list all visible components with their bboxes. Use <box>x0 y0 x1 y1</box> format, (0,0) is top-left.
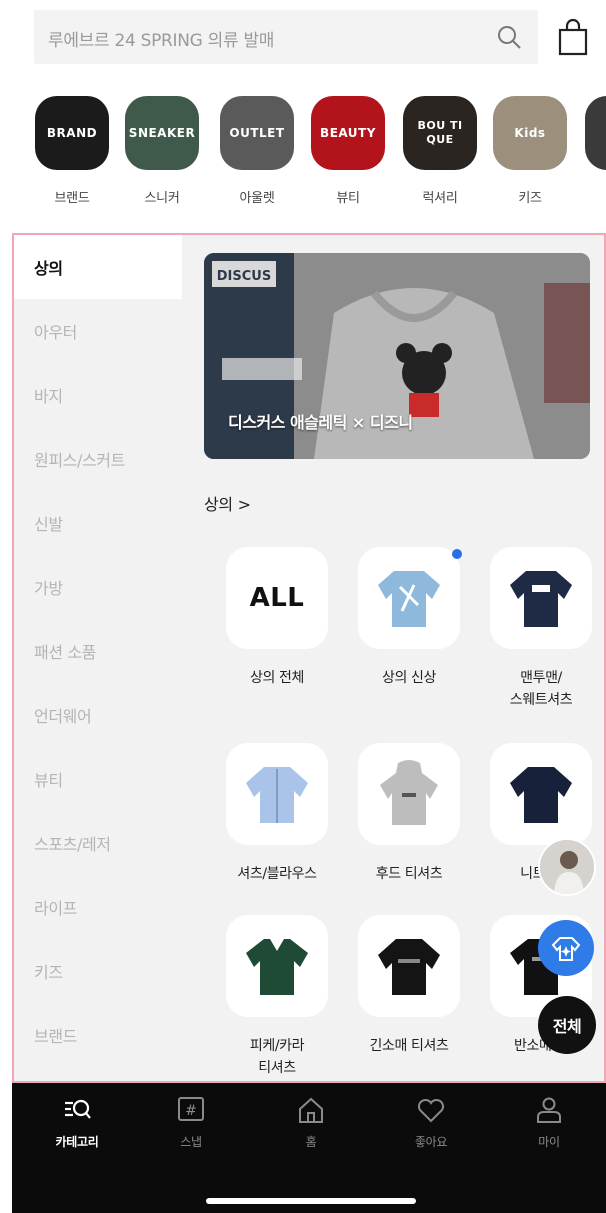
category-search-icon <box>65 1099 91 1119</box>
promo-banner[interactable]: DISCUS 디스커스 애슬레틱 × 디즈니 <box>204 253 590 459</box>
sidebar-item-dress-skirt[interactable]: 원피스/스커트 <box>14 427 182 491</box>
sidebar-item-accessories[interactable]: 패션 소품 <box>14 619 182 683</box>
category-new-tops[interactable]: 상의 신상 <box>344 547 474 689</box>
search-input[interactable]: 루에브르 24 SPRING 의류 발매 <box>48 26 274 51</box>
home-indicator[interactable] <box>206 1198 416 1204</box>
nav-snap[interactable]: # 스냅 <box>146 1095 236 1150</box>
shortcut-kids[interactable]: Kids 키즈 <box>490 96 570 206</box>
sparkle-shirt-icon <box>551 937 581 961</box>
nav-category[interactable]: 카테고리 <box>32 1095 122 1150</box>
sidebar-item-kids[interactable]: 키즈 <box>14 939 182 1003</box>
person-icon <box>537 1097 561 1123</box>
sidebar-item-life[interactable]: 라이프 <box>14 875 182 939</box>
boutique-tile-icon: BOU TI QUE <box>403 96 477 170</box>
shortcut-luxury[interactable]: BOU TI QUE 럭셔리 <box>400 96 480 206</box>
sidebar-item-outer[interactable]: 아우터 <box>14 299 182 363</box>
sidebar-item-shoes[interactable]: 신발 <box>14 491 182 555</box>
kids-tile-icon: Kids <box>493 96 567 170</box>
outlet-tile-icon: OUTLET <box>220 96 294 170</box>
shortcut-outlet[interactable]: OUTLET 아울렛 <box>217 96 297 206</box>
beauty-tile-icon: BEAUTY <box>311 96 385 170</box>
category-hoodie[interactable]: 후드 티셔츠 <box>344 743 474 885</box>
sidebar-item-beauty[interactable]: 뷰티 <box>14 747 182 811</box>
category-all-tops[interactable]: ALL 상의 전체 <box>212 547 342 689</box>
home-icon <box>299 1097 323 1123</box>
floating-all-button[interactable]: 전체 <box>538 996 596 1054</box>
shortcut-row: BRAND 브랜드 SNEAKER 스니커 OUTLET 아울렛 BEAUTY … <box>0 96 606 216</box>
sidebar-item-tops[interactable]: 상의 <box>14 235 182 299</box>
search-icon[interactable] <box>496 24 522 50</box>
sneaker-tile-icon: SNEAKER <box>125 96 199 170</box>
category-panel: 상의 아우터 바지 원피스/스커트 신발 가방 패션 소품 언더웨어 뷰티 스포… <box>12 233 606 1083</box>
hashtag-icon: # <box>178 1097 204 1121</box>
sidebar-item-sports[interactable]: 스포츠/레저 <box>14 811 182 875</box>
shortcut-next-partial[interactable] <box>582 96 606 170</box>
shirt-icon <box>226 743 328 845</box>
sweatshirt-icon <box>490 547 592 649</box>
shortcut-sneaker[interactable]: SNEAKER 스니커 <box>122 96 202 206</box>
floating-avatar[interactable] <box>538 838 596 896</box>
section-title-tops[interactable]: 상의 > <box>204 491 251 515</box>
category-shirt-blouse[interactable]: 셔츠/블라우스 <box>212 743 342 885</box>
brand-tile-icon: BRAND <box>35 96 109 170</box>
sidebar-item-brand[interactable]: 브랜드 <box>14 1003 182 1067</box>
hoodie-icon <box>358 743 460 845</box>
banner-caption: 디스커스 애슬레틱 × 디즈니 <box>228 413 413 432</box>
new-badge-dot <box>452 549 462 559</box>
category-longsleeve[interactable]: 긴소매 티셔츠 <box>344 915 474 1057</box>
nav-home[interactable]: 홈 <box>266 1095 356 1150</box>
svg-text:#: # <box>185 1103 197 1119</box>
shortcut-brand[interactable]: BRAND 브랜드 <box>32 96 112 206</box>
shortcut-beauty[interactable]: BEAUTY 뷰티 <box>308 96 388 206</box>
knit-icon <box>490 743 592 845</box>
sidebar-item-pants[interactable]: 바지 <box>14 363 182 427</box>
nav-likes[interactable]: 좋아요 <box>386 1095 476 1150</box>
polo-icon <box>226 915 328 1017</box>
category-sweatshirt[interactable]: 맨투맨/ 스웨트셔츠 <box>476 547 604 711</box>
nav-my[interactable]: 마이 <box>504 1095 594 1150</box>
bottom-nav: 카테고리 # 스냅 홈 좋아요 마이 <box>12 1083 606 1213</box>
sidebar-item-underwear[interactable]: 언더웨어 <box>14 683 182 747</box>
search-bar[interactable]: 루에브르 24 SPRING 의류 발매 <box>34 10 538 64</box>
heart-icon <box>417 1098 445 1123</box>
sidebar-item-bags[interactable]: 가방 <box>14 555 182 619</box>
new-sweatshirt-icon <box>358 547 462 649</box>
category-sidebar: 상의 아우터 바지 원피스/스커트 신발 가방 패션 소품 언더웨어 뷰티 스포… <box>14 235 182 1081</box>
category-polo[interactable]: 피케/카라 티셔츠 <box>212 915 342 1079</box>
longsleeve-icon <box>358 915 460 1017</box>
all-tile: ALL <box>226 547 328 649</box>
shopping-bag-icon[interactable] <box>556 18 590 56</box>
partial-tile-icon <box>585 96 606 170</box>
banner-logo: DISCUS <box>217 269 271 284</box>
floating-ai-style-button[interactable] <box>538 920 594 976</box>
